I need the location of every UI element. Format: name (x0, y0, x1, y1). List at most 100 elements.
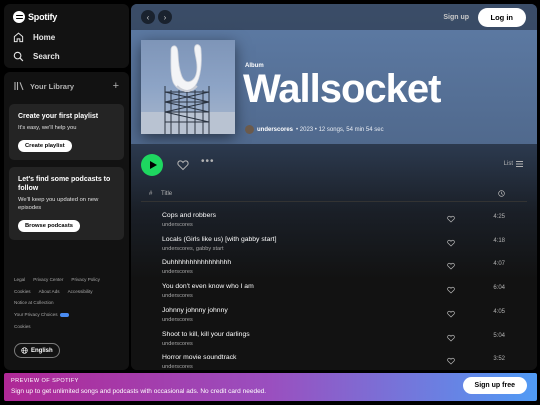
artist-link[interactable]: underscores (257, 127, 293, 133)
about-ads-link[interactable]: About Ads (39, 289, 60, 295)
banner-title: PREVIEW OF SPOTIFY (11, 378, 79, 384)
add-icon[interactable]: + (113, 80, 119, 92)
track-duration: 4:07 (493, 261, 505, 268)
login-button[interactable]: Log in (477, 8, 526, 27)
spotify-logo[interactable]: Spotify (13, 10, 120, 24)
list-icon (516, 161, 523, 167)
accessibility-link[interactable]: Accessibility (68, 289, 93, 295)
signup-button[interactable]: Sign up (443, 14, 469, 21)
album-meta: underscores • 2023 • 12 songs, 54 min 54… (245, 125, 384, 134)
privacy-toggle-icon (59, 312, 69, 317)
track-row[interactable]: Duhhhhhhhhhhhhhhhh underscores 4:07 (141, 257, 527, 279)
library-header[interactable]: Your Library + (4, 72, 129, 100)
track-duration: 3:52 (493, 356, 505, 363)
main-view: Album Wallsocket underscores • 2023 • 12… (131, 4, 537, 370)
track-artist[interactable]: underscores (162, 269, 193, 275)
view-toggle[interactable]: List (504, 161, 523, 167)
legal-links: Legal Privacy Center Privacy Policy Cook… (14, 277, 124, 336)
promo-title: Let's find some podcasts to follow (18, 175, 111, 192)
track-artist[interactable]: underscores, gabby start (162, 246, 224, 252)
chevron-left-icon: ‹ (146, 12, 150, 22)
track-row[interactable]: You don't even know who I am underscores 6… (141, 281, 527, 303)
globe-icon (21, 347, 28, 354)
number-column-header: # (149, 191, 153, 197)
library-panel: Your Library + Create your first playlis… (4, 72, 129, 370)
language-button[interactable]: English (14, 343, 60, 358)
heart-icon[interactable] (447, 357, 455, 365)
track-artist[interactable]: underscores (162, 293, 193, 299)
track-duration: 5:04 (493, 332, 505, 339)
title-column-header: Title (161, 191, 173, 197)
tracklist-header: # Title (141, 189, 527, 202)
tracklist-section: ••• List # Title Cops and robbers undersc… (131, 144, 537, 370)
privacy-choices-label: Your Privacy Choices (14, 312, 58, 317)
track-duration: 6:04 (493, 285, 505, 292)
promo-title: Create your first playlist (18, 113, 99, 120)
horseshoe-sign-image (141, 44, 235, 134)
heart-icon[interactable] (177, 159, 189, 171)
heart-icon[interactable] (447, 310, 455, 318)
track-title: Locals (Girls like us) [with gabby start… (162, 235, 277, 243)
more-options-button[interactable]: ••• (201, 157, 215, 167)
track-duration: 4:25 (493, 214, 505, 220)
track-row[interactable]: Horror movie soundtrack underscores 3:52 (141, 352, 527, 370)
notice-link[interactable]: Notice at Collection (14, 301, 54, 306)
clock-icon (498, 190, 505, 197)
promo-subtitle: We'll keep you updated on new episodes (18, 197, 99, 211)
track-artist[interactable]: underscores (162, 341, 193, 347)
track-row[interactable]: Locals (Girls like us) [with gabby start… (141, 234, 527, 256)
privacy-center-link[interactable]: Privacy Center (33, 277, 63, 283)
nav-home[interactable]: Home (13, 32, 120, 43)
podcast-promo: Let's find some podcasts to follow We'll… (9, 166, 124, 240)
language-label: English (31, 347, 53, 354)
heart-icon[interactable] (447, 215, 455, 223)
spotify-logo-icon (13, 11, 25, 23)
create-playlist-button[interactable]: Create playlist (18, 139, 72, 152)
home-icon (13, 32, 24, 43)
track-artist[interactable]: underscores (162, 364, 193, 370)
view-label: List (503, 161, 513, 167)
preview-banner[interactable]: PREVIEW OF SPOTIFY Sign up to get unlimi… (4, 373, 537, 401)
track-title: Shoot to kill, kill your darlings (162, 330, 250, 338)
track-artist[interactable]: underscores (162, 317, 193, 323)
banner-subtitle: Sign up to get unlimited songs and podca… (11, 388, 267, 395)
privacy-policy-link[interactable]: Privacy Policy (71, 277, 100, 283)
forward-button[interactable]: › (158, 10, 172, 24)
nav-home-label: Home (33, 33, 56, 42)
cookies-link[interactable]: Cookies (14, 289, 31, 295)
cookies-link-2[interactable]: Cookies (14, 324, 31, 330)
album-cover (141, 40, 235, 134)
signup-free-button[interactable]: Sign up free (462, 377, 527, 394)
browse-podcasts-button[interactable]: Browse podcasts (18, 219, 80, 232)
sidebar-nav: Spotify Home Search (4, 4, 129, 68)
play-button[interactable] (141, 154, 163, 176)
logo-text: Spotify (28, 12, 58, 22)
track-title: Horror movie soundtrack (162, 354, 237, 362)
heart-icon[interactable] (447, 286, 455, 294)
top-bar: ‹ › Sign up Log in (131, 4, 537, 30)
track-row[interactable]: Cops and robbers underscores 4:25 (141, 210, 527, 232)
create-playlist-promo: Create your first playlist It's easy, we… (9, 104, 124, 160)
track-title: Cops and robbers (162, 212, 217, 219)
back-button[interactable]: ‹ (141, 10, 155, 24)
track-row[interactable]: Johnny johnny johnny underscores 4:05 (141, 305, 527, 327)
library-label: Your Library (30, 81, 75, 91)
artist-avatar (245, 125, 254, 134)
track-duration: 4:18 (493, 237, 505, 244)
track-artist[interactable]: underscores (162, 222, 193, 228)
track-duration: 4:05 (493, 308, 505, 315)
nav-search[interactable]: Search (13, 51, 120, 62)
album-details: • 2023 • 12 songs, 54 min 54 sec (296, 126, 384, 133)
library-icon (14, 82, 24, 91)
heart-icon[interactable] (447, 239, 455, 247)
legal-link[interactable]: Legal (14, 277, 25, 283)
privacy-choices-link[interactable]: Your Privacy Choices (14, 312, 69, 318)
chevron-right-icon: › (163, 12, 167, 22)
track-row[interactable]: Shoot to kill, kill your darlings undersc… (141, 329, 527, 351)
heart-icon[interactable] (447, 262, 455, 270)
heart-icon[interactable] (447, 334, 455, 342)
promo-subtitle: It's easy, we'll help you (18, 125, 77, 132)
nav-search-label: Search (33, 52, 60, 61)
search-icon (13, 51, 24, 62)
track-title: You don't even know who I am (162, 283, 254, 291)
